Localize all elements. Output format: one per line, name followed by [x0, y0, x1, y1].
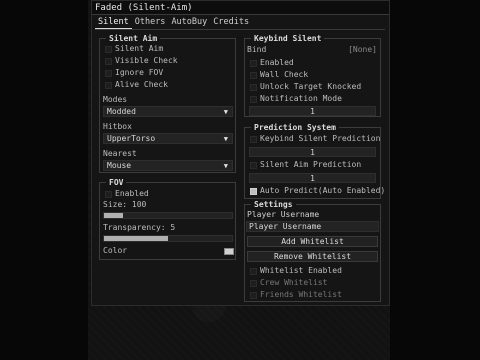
add-whitelist-button[interactable]: Add Whitelist — [247, 236, 378, 247]
chevron-down-icon: ▼ — [223, 135, 228, 143]
bind-value[interactable]: [None] — [348, 45, 377, 54]
checkbox-alive-check[interactable] — [105, 82, 112, 89]
label-keybind-enabled: Enabled — [260, 58, 294, 67]
label-keybind-prediction: Keybind Silent Prediction — [260, 134, 381, 143]
label-silent-aim: Silent Aim — [115, 44, 164, 53]
modes-value: Modded — [107, 107, 136, 116]
label-crew-whitelist: Crew Whitelist — [260, 278, 328, 287]
hitbox-dropdown[interactable]: UpperTorso ▼ — [103, 133, 233, 144]
toggle-wall-check[interactable]: Wall Check — [245, 69, 380, 80]
toggle-silent-aim[interactable]: Silent Aim — [100, 43, 235, 54]
modes-label: Modes — [103, 95, 128, 104]
silent-prediction-field[interactable]: 1 — [249, 173, 376, 183]
checkbox-unlock-target[interactable] — [250, 84, 257, 91]
toggle-crew-whitelist[interactable]: Crew Whitelist — [245, 277, 380, 288]
checkbox-friends-whitelist[interactable] — [250, 292, 257, 299]
checkbox-keybind-prediction[interactable] — [250, 136, 257, 143]
label-auto-predict: Auto Predict(Auto Enabled) — [260, 186, 386, 195]
main-window: Faded (Silent-Aim) Silent Others AutoBuy… — [91, 0, 390, 306]
remove-whitelist-button[interactable]: Remove Whitelist — [247, 251, 378, 262]
checkbox-silent-prediction[interactable] — [250, 162, 257, 169]
toggle-notification-mode[interactable]: Notification Mode — [245, 93, 380, 104]
checkbox-crew-whitelist[interactable] — [250, 280, 257, 287]
tab-others[interactable]: Others — [132, 16, 169, 29]
checkbox-fov-enabled[interactable] — [105, 191, 112, 198]
label-notification-mode: Notification Mode — [260, 94, 342, 103]
checkbox-notification-mode[interactable] — [250, 96, 257, 103]
player-username-input[interactable]: Player Username — [246, 221, 379, 232]
player-username-label: Player Username — [247, 210, 320, 219]
tab-bar: Silent Others AutoBuy Credits — [95, 16, 252, 29]
settings-group-title: Settings — [251, 199, 296, 210]
nearest-dropdown[interactable]: Mouse ▼ — [103, 160, 233, 171]
toggle-auto-predict[interactable]: Auto Predict(Auto Enabled) — [245, 185, 385, 196]
checkbox-wall-check[interactable] — [250, 72, 257, 79]
label-friends-whitelist: Friends Whitelist — [260, 290, 342, 299]
label-alive-check: Alive Check — [115, 80, 168, 89]
fov-group: FOV Enabled Size: 100 Transparency: 5 Co… — [99, 177, 236, 260]
label-silent-prediction: Silent Aim Prediction — [260, 160, 362, 169]
label-ignore-fov: Ignore FOV — [115, 68, 164, 77]
prediction-group: Prediction System Keybind Silent Predict… — [244, 122, 385, 199]
fov-size-slider[interactable] — [103, 212, 233, 219]
fov-color-label: Color — [103, 246, 128, 255]
nearest-value: Mouse — [107, 161, 132, 170]
toggle-silent-prediction[interactable]: Silent Aim Prediction — [245, 159, 380, 170]
tab-silent[interactable]: Silent — [95, 16, 132, 29]
hitbox-label: Hitbox — [103, 122, 132, 131]
chevron-down-icon: ▼ — [223, 108, 228, 116]
tab-credits[interactable]: Credits — [210, 16, 252, 29]
label-unlock-target: Unlock Target Knocked — [260, 82, 362, 91]
tab-divider — [95, 29, 385, 30]
checkbox-ignore-fov[interactable] — [105, 70, 112, 77]
bind-label: Bind — [247, 45, 267, 54]
keybind-group-title: Keybind Silent — [251, 33, 325, 44]
chevron-down-icon: ▼ — [223, 162, 228, 170]
toggle-whitelist-enabled[interactable]: Whitelist Enabled — [245, 265, 380, 276]
fov-size-fill — [104, 213, 124, 218]
checkbox-whitelist-enabled[interactable] — [250, 268, 257, 275]
keybind-value-field[interactable]: 1 — [249, 106, 376, 116]
fov-size-label: Size: 100 — [103, 200, 147, 209]
toggle-ignore-fov[interactable]: Ignore FOV — [100, 67, 235, 78]
fov-group-title: FOV — [106, 177, 127, 188]
fov-transparency-label: Transparency: 5 — [103, 223, 176, 232]
checkbox-silent-aim[interactable] — [105, 46, 112, 53]
keybind-silent-group: Keybind Silent Bind [None] Enabled Wall … — [244, 33, 381, 117]
toggle-friends-whitelist[interactable]: Friends Whitelist — [245, 289, 380, 300]
keybind-prediction-field[interactable]: 1 — [249, 147, 376, 157]
prediction-group-title: Prediction System — [251, 122, 339, 133]
toggle-fov-enabled[interactable]: Enabled — [100, 188, 235, 199]
modes-dropdown[interactable]: Modded ▼ — [103, 106, 233, 117]
toggle-keybind-enabled[interactable]: Enabled — [245, 57, 380, 68]
toggle-alive-check[interactable]: Alive Check — [100, 79, 235, 90]
toggle-keybind-prediction[interactable]: Keybind Silent Prediction — [245, 133, 380, 144]
checkbox-keybind-enabled[interactable] — [250, 60, 257, 67]
label-visible-check: Visible Check — [115, 56, 178, 65]
fov-color-swatch[interactable] — [224, 248, 234, 255]
fov-transparency-slider[interactable] — [103, 235, 233, 242]
checkbox-visible-check[interactable] — [105, 58, 112, 65]
nearest-label: Nearest — [103, 149, 137, 158]
window-title[interactable]: Faded (Silent-Aim) — [92, 1, 389, 15]
fov-transparency-fill — [104, 236, 168, 241]
toggle-unlock-target[interactable]: Unlock Target Knocked — [245, 81, 380, 92]
label-wall-check: Wall Check — [260, 70, 309, 79]
toggle-visible-check[interactable]: Visible Check — [100, 55, 235, 66]
silent-aim-group: Silent Aim Silent Aim Visible Check Igno… — [99, 33, 236, 173]
label-whitelist-enabled: Whitelist Enabled — [260, 266, 342, 275]
settings-group: Settings Player Username Player Username… — [244, 199, 381, 302]
checkbox-auto-predict[interactable] — [250, 188, 257, 195]
hitbox-value: UpperTorso — [107, 134, 156, 143]
tab-autobuy[interactable]: AutoBuy — [168, 16, 210, 29]
label-fov-enabled: Enabled — [115, 189, 149, 198]
